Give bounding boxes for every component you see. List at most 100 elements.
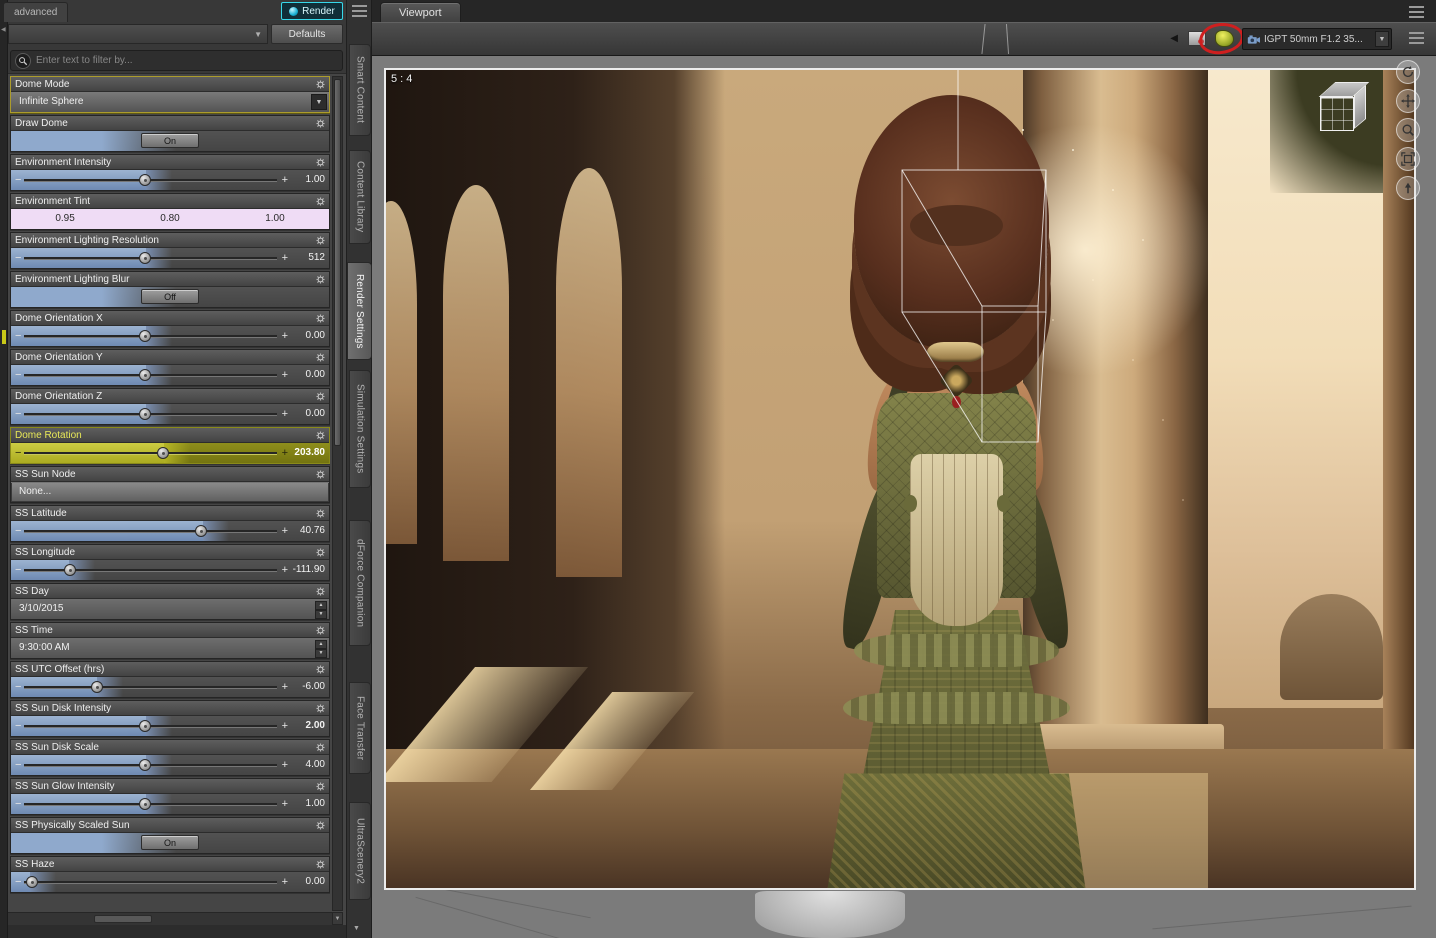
camera-selector[interactable]: IGPT 50mm F1.2 35... ▼	[1242, 28, 1392, 50]
param-slider[interactable]: − +0.00	[11, 365, 329, 385]
nav-back-icon[interactable]: ◀	[1170, 33, 1178, 44]
decrement-button[interactable]: −	[15, 443, 21, 463]
spinner-buttons[interactable]: ▲ ▼	[315, 601, 327, 619]
param-value[interactable]: 2.00	[306, 716, 325, 736]
sidetab-face-transfer[interactable]: Face Transfer	[349, 682, 371, 774]
param-slider[interactable]: − +1.00	[11, 170, 329, 190]
gear-icon[interactable]	[316, 859, 325, 869]
decrement-button[interactable]: −	[15, 755, 21, 775]
increment-button[interactable]: +	[282, 443, 288, 463]
gear-icon[interactable]	[316, 352, 325, 362]
param-slider[interactable]: − + -111.90	[11, 560, 329, 580]
frame-tool-button[interactable]	[1396, 147, 1420, 171]
tab-viewport[interactable]: Viewport	[380, 2, 461, 22]
gear-icon[interactable]	[316, 157, 325, 167]
menu-icon[interactable]	[1409, 32, 1424, 34]
toggle-button[interactable]: On	[141, 835, 199, 850]
gear-icon[interactable]	[316, 469, 325, 479]
param-value[interactable]: 1.00	[306, 794, 325, 814]
gear-icon[interactable]	[316, 430, 325, 440]
param-value[interactable]: 512	[308, 248, 325, 268]
param-slider[interactable]: − + -6.00	[11, 677, 329, 697]
decrement-button[interactable]: −	[15, 404, 21, 424]
param-slider[interactable]: − +0.00	[11, 326, 329, 346]
param-spinbox[interactable]: 3/10/2015 ▲ ▼	[11, 599, 329, 619]
viewport-canvas[interactable]: 5 : 4	[372, 56, 1436, 938]
increment-button[interactable]: +	[282, 716, 288, 736]
collapse-pane-icon[interactable]: ◀	[1, 26, 6, 33]
gear-icon[interactable]	[316, 274, 325, 284]
increment-button[interactable]: +	[282, 794, 288, 814]
gear-icon[interactable]	[316, 547, 325, 557]
spin-down-icon[interactable]: ▼	[315, 610, 327, 619]
slider-thumb[interactable]	[63, 564, 76, 576]
decrement-button[interactable]: −	[15, 521, 21, 541]
slider-track[interactable]	[24, 876, 277, 888]
param-value[interactable]: 1.00	[306, 170, 325, 190]
gear-icon[interactable]	[316, 820, 325, 830]
spin-up-icon[interactable]: ▲	[315, 601, 327, 610]
toggle-button[interactable]: Off	[141, 289, 199, 304]
param-slider[interactable]: − +203.80	[11, 443, 329, 463]
gear-icon[interactable]	[316, 586, 325, 596]
param-node-button[interactable]: None...	[11, 482, 329, 502]
slider-thumb[interactable]	[195, 525, 208, 537]
gear-icon[interactable]	[316, 313, 325, 323]
slider-track[interactable]	[24, 525, 277, 537]
scrollbar-down-arrow[interactable]: ▼	[332, 912, 343, 925]
pan-tool-button[interactable]	[1396, 89, 1420, 113]
gear-icon[interactable]	[316, 235, 325, 245]
param-dropdown[interactable]: Infinite Sphere ▼	[11, 92, 329, 112]
gear-icon[interactable]	[316, 79, 325, 89]
slider-thumb[interactable]	[25, 876, 38, 888]
preset-dropdown[interactable]: ▼	[8, 24, 268, 44]
sidetab-render-settings[interactable]: Render Settings	[347, 262, 372, 360]
color-swatch[interactable]: 0.95 0.80 1.00	[11, 209, 329, 229]
search-icon[interactable]	[15, 52, 31, 69]
chevron-down-icon[interactable]: ▼	[1375, 31, 1389, 47]
slider-track[interactable]	[24, 798, 277, 810]
increment-button[interactable]: +	[282, 755, 288, 775]
param-value[interactable]: -6.00	[302, 677, 325, 697]
param-value[interactable]: 203.80	[294, 443, 325, 463]
view-cube[interactable]	[1313, 80, 1377, 140]
gear-icon[interactable]	[316, 118, 325, 128]
slider-track[interactable]	[24, 174, 277, 186]
slider-track[interactable]	[24, 564, 277, 576]
param-value[interactable]: 0.00	[306, 404, 325, 424]
increment-button[interactable]: +	[282, 560, 288, 580]
decrement-button[interactable]: −	[15, 794, 21, 814]
orbit-tool-button[interactable]	[1396, 60, 1420, 84]
gear-icon[interactable]	[316, 508, 325, 518]
gear-icon[interactable]	[316, 781, 325, 791]
gear-icon[interactable]	[316, 742, 325, 752]
decrement-button[interactable]: −	[15, 560, 21, 580]
increment-button[interactable]: +	[282, 170, 288, 190]
param-value[interactable]: -111.90	[293, 560, 325, 580]
slider-track[interactable]	[24, 330, 277, 342]
vertical-scrollbar[interactable]	[332, 76, 343, 911]
decrement-button[interactable]: −	[15, 248, 21, 268]
toggle-button[interactable]: On	[141, 133, 199, 148]
view-cube-front-face[interactable]	[1320, 97, 1354, 131]
increment-button[interactable]: +	[282, 326, 288, 346]
decrement-button[interactable]: −	[15, 365, 21, 385]
slider-track[interactable]	[24, 447, 277, 459]
chevron-down-icon[interactable]: ▼	[311, 94, 327, 110]
gear-icon[interactable]	[316, 703, 325, 713]
increment-button[interactable]: +	[282, 248, 288, 268]
figure-icon[interactable]	[1215, 30, 1234, 47]
increment-button[interactable]: +	[282, 365, 288, 385]
slider-track[interactable]	[24, 369, 277, 381]
spin-up-icon[interactable]: ▲	[315, 640, 327, 649]
menu-icon[interactable]	[352, 5, 367, 7]
sidetab-simulation-settings[interactable]: Simulation Settings	[349, 370, 371, 488]
scrollbar-thumb[interactable]	[334, 79, 341, 446]
gear-icon[interactable]	[316, 664, 325, 674]
gear-icon[interactable]	[316, 391, 325, 401]
decrement-button[interactable]: −	[15, 716, 21, 736]
filter-input[interactable]	[36, 55, 338, 66]
render-aspect-frame[interactable]: 5 : 4	[384, 68, 1416, 890]
slider-track[interactable]	[24, 759, 277, 771]
param-value[interactable]: 40.76	[300, 521, 325, 541]
